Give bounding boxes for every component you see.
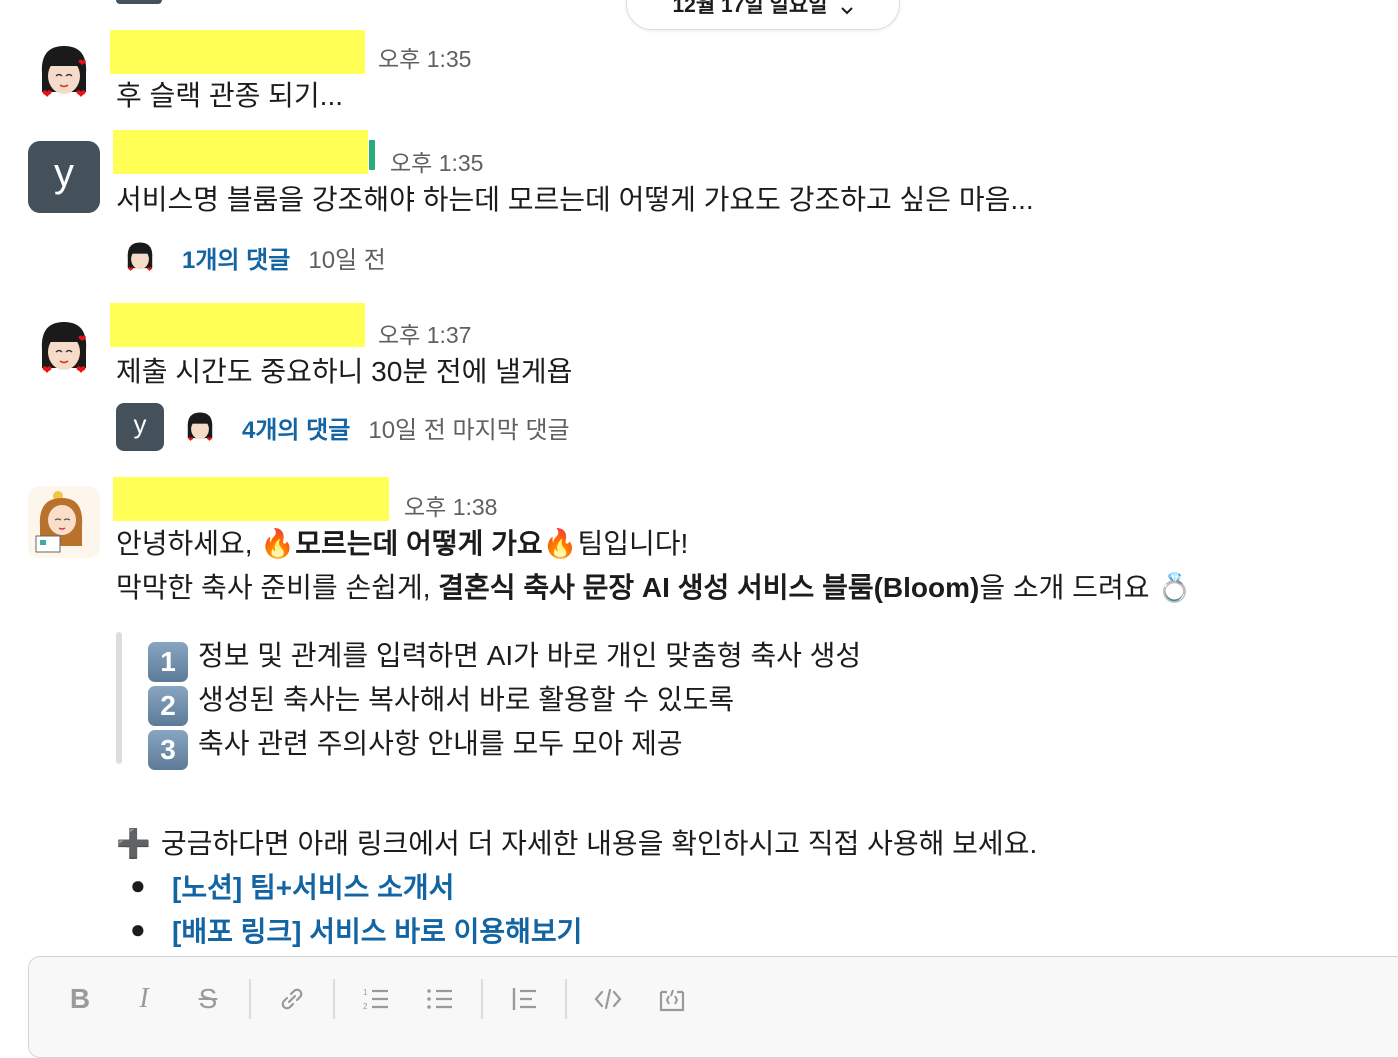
quote-item: 3 축사 관련 주의사항 안내를 모두 모아 제공 <box>148 722 683 770</box>
svg-text:1: 1 <box>363 988 368 997</box>
toolbar-divider <box>481 979 483 1019</box>
svg-text:❤: ❤ <box>42 363 52 377</box>
sender-name-redacted[interactable] <box>113 130 368 174</box>
bulleted-list-button[interactable] <box>417 977 463 1021</box>
message-line-footer: ➕ 궁금하다면 아래 링크에서 더 자세한 내용을 확인하시고 직접 사용해 보세… <box>116 827 1038 860</box>
message-timestamp[interactable]: 오후 1:37 <box>378 316 471 350</box>
italic-button[interactable]: I <box>121 977 167 1021</box>
link-icon <box>281 988 303 1010</box>
svg-text:❤: ❤ <box>76 363 86 377</box>
quote-item: 1 정보 및 관계를 입력하면 AI가 바로 개인 맞춤형 축사 생성 <box>148 634 861 682</box>
previous-message-avatar-edge <box>116 0 162 4</box>
code-block-icon <box>659 989 685 1012</box>
message-text: 제출 시간도 중요하니 30분 전에 낼게욥 <box>116 356 573 387</box>
blockquote-bar <box>116 632 122 764</box>
svg-text:❤: ❤ <box>78 334 86 345</box>
ring-icon: 💍 <box>1157 571 1193 604</box>
thread-replies[interactable]: y ❤ ❤ 4개의 댓글 10일 전 마지막 댓글 <box>116 402 570 452</box>
reply-time: 10일 전 마지막 댓글 <box>368 416 570 444</box>
blockquote-button[interactable] <box>501 977 547 1021</box>
date-divider-label: 12월 17일 일요일 <box>672 0 828 17</box>
message-timestamp[interactable]: 오후 1:35 <box>390 144 483 178</box>
sender-name-redacted[interactable] <box>113 477 389 521</box>
code-icon <box>594 988 622 1010</box>
reply-avatar: y <box>116 403 164 451</box>
bulleted-list-icon <box>427 989 452 1009</box>
team-name: 모르는데 어떻게 가요 <box>295 528 543 559</box>
svg-text:❤: ❤ <box>188 436 194 443</box>
ordered-list-icon: 12 <box>363 988 388 1011</box>
message-text: 서비스명 블룸을 강조해야 하는데 모르는데 어떻게 가요도 강조하고 싶은 마… <box>116 184 1034 215</box>
code-block-button[interactable] <box>649 977 695 1021</box>
service-name: 결혼식 축사 문장 AI 생성 서비스 블룸(Bloom) <box>438 572 980 603</box>
svg-text:❤: ❤ <box>76 87 86 101</box>
reply-avatar: ❤ ❤ <box>176 403 224 451</box>
link-deploy[interactable]: [배포 링크] 서비스 바로 이용해보기 <box>172 910 582 954</box>
keycap-3-icon: 3 <box>148 730 188 770</box>
status-indicator <box>369 140 375 170</box>
formatting-toolbar: B I S 12 <box>57 977 713 1021</box>
link-notion[interactable]: [노션] 팀+서비스 소개서 <box>172 866 454 910</box>
fire-icon: 🔥 <box>260 527 296 560</box>
code-button[interactable] <box>585 977 631 1021</box>
date-divider-button[interactable]: 12월 17일 일요일 <box>626 0 900 30</box>
message-composer[interactable]: B I S 12 <box>28 956 1398 1058</box>
svg-text:❤: ❤ <box>207 436 213 443</box>
bullet: ● <box>130 870 146 900</box>
chevron-down-icon <box>840 3 854 19</box>
sender-name-redacted[interactable] <box>110 303 365 347</box>
message-line-intro: 막막한 축사 준비를 손쉽게, 결혼식 축사 문장 AI 생성 서비스 블룸(B… <box>116 571 1193 604</box>
svg-text:❤: ❤ <box>128 266 134 273</box>
reply-count-link[interactable]: 1개의 댓글 <box>182 240 290 275</box>
ordered-list-button[interactable]: 12 <box>353 977 399 1021</box>
quote-item: 2 생성된 축사는 복사해서 바로 활용할 수 있도록 <box>148 678 734 726</box>
thread-replies[interactable]: ❤ ❤ 1개의 댓글 10일 전 <box>116 232 386 282</box>
user-avatar[interactable]: ❤ ❤ ❤ <box>28 36 100 108</box>
user-avatar[interactable]: ❤ ❤ ❤ <box>28 312 100 384</box>
plus-icon: ➕ <box>116 827 151 860</box>
user-avatar[interactable] <box>28 486 100 558</box>
svg-text:2: 2 <box>363 1002 368 1011</box>
message-timestamp[interactable]: 오후 1:38 <box>404 488 497 522</box>
bullet: ● <box>130 914 146 944</box>
sender-name-redacted[interactable] <box>110 30 365 74</box>
bold-button[interactable]: B <box>57 977 103 1021</box>
reply-time: 10일 전 <box>308 246 386 274</box>
message-line-greeting: 안녕하세요, 🔥모르는데 어떻게 가요🔥팀입니다! <box>116 527 689 560</box>
strikethrough-button[interactable]: S <box>185 977 231 1021</box>
keycap-1-icon: 1 <box>148 642 188 682</box>
blockquote-icon <box>512 988 536 1010</box>
reply-count-link[interactable]: 4개의 댓글 <box>242 410 350 445</box>
toolbar-divider <box>565 979 567 1019</box>
fire-icon: 🔥 <box>542 527 578 560</box>
message-timestamp[interactable]: 오후 1:35 <box>378 40 471 74</box>
link-button[interactable] <box>269 977 315 1021</box>
toolbar-divider <box>249 979 251 1019</box>
user-avatar[interactable]: y <box>28 141 100 213</box>
message-text: 후 슬랙 관종 되기... <box>116 80 343 111</box>
svg-text:❤: ❤ <box>78 58 86 69</box>
keycap-2-icon: 2 <box>148 686 188 726</box>
svg-text:❤: ❤ <box>42 87 52 101</box>
svg-text:❤: ❤ <box>147 266 153 273</box>
toolbar-divider <box>333 979 335 1019</box>
reply-avatar: ❤ ❤ <box>116 233 164 281</box>
